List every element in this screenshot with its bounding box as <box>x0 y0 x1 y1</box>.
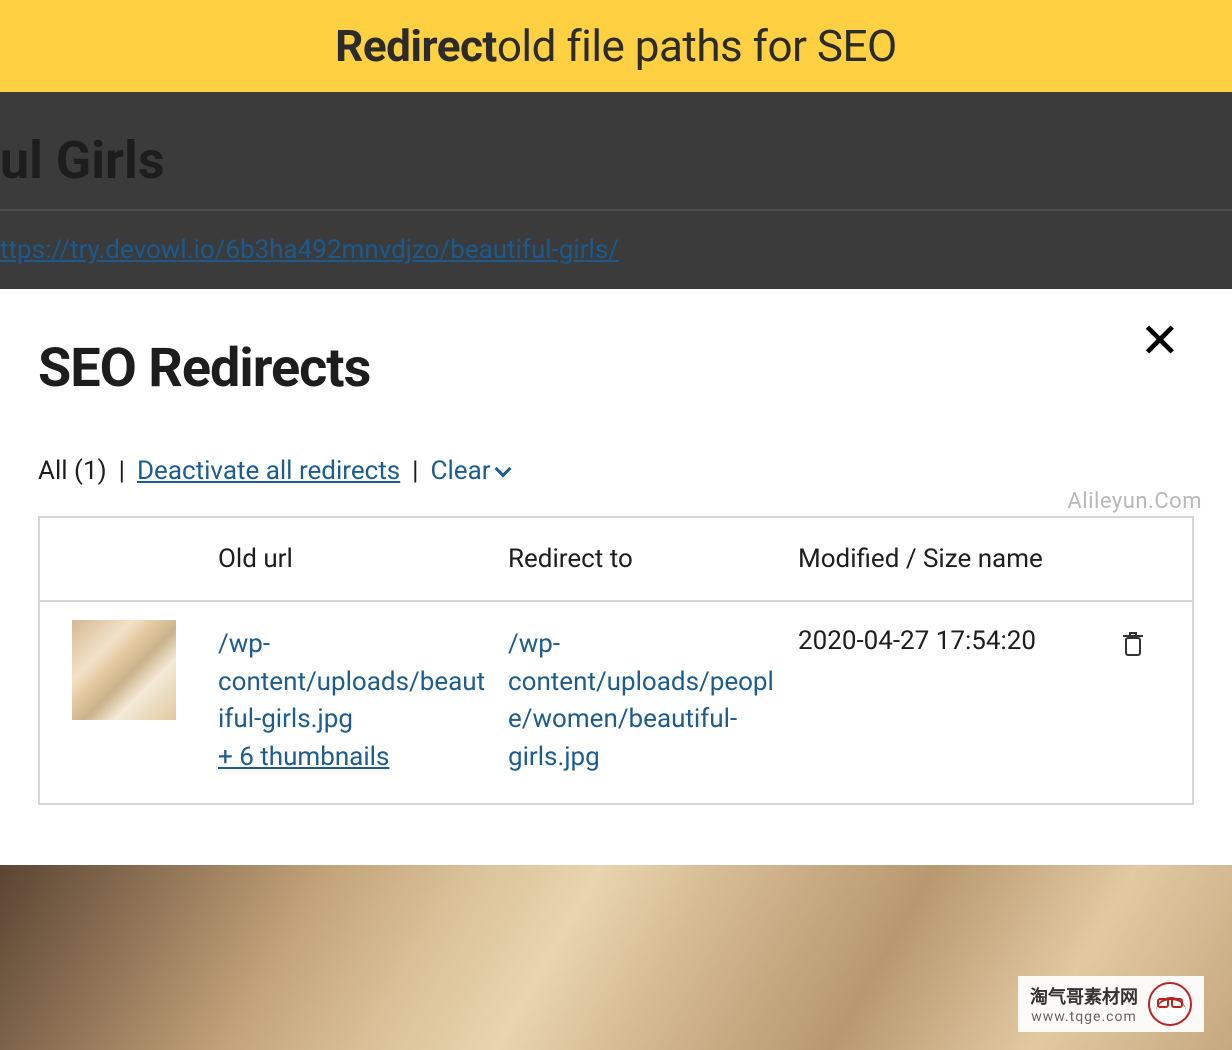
thumbnail-cell <box>40 602 208 803</box>
watermark-cn: 淘气哥素材网 <box>1030 983 1138 1009</box>
modified-cell: 2020-04-27 17:54:20 <box>788 602 1098 803</box>
header-actions <box>1098 518 1168 600</box>
seo-redirects-modal: ✕ SEO Redirects All (1) | Deactivate all… <box>0 289 1232 865</box>
redirect-to-cell: /wp-content/uploads/people/women/beautif… <box>498 602 788 803</box>
banner-rest: old file paths for SEO <box>497 20 897 72</box>
permalink[interactable]: ttps://try.devowl.io/6b3ha492mnvdjzo/bea… <box>0 211 1232 289</box>
watermark-url: www.tqge.com <box>1030 1009 1138 1025</box>
watermark-face-icon <box>1148 982 1192 1026</box>
divider: | <box>412 456 418 486</box>
trash-icon[interactable] <box>1121 630 1145 665</box>
banner: Redirect old file paths for SEO <box>0 0 1232 92</box>
header-thumb <box>40 518 208 600</box>
redirect-to-link[interactable]: /wp-content/uploads/people/women/beautif… <box>508 626 778 777</box>
dimmed-background: ul Girls ttps://try.devowl.io/6b3ha492mn… <box>0 92 1232 289</box>
controls-row: All (1) | Deactivate all redirects | Cle… <box>38 456 1194 486</box>
deactivate-all-link[interactable]: Deactivate all redirects <box>137 456 400 486</box>
old-url-text: /wp-content/uploads/beautiful-girls.jpg <box>218 629 485 734</box>
table-row: /wp-content/uploads/beautiful-girls.jpg … <box>40 602 1192 803</box>
header-modified: Modified / Size name <box>788 518 1098 600</box>
thumbnails-count-link[interactable]: + 6 thumbnails <box>218 739 389 777</box>
old-url-link[interactable]: /wp-content/uploads/beautiful-girls.jpg … <box>218 626 488 777</box>
clear-label: Clear <box>431 456 491 486</box>
page-title: ul Girls <box>0 120 1232 211</box>
watermark-box: 淘气哥素材网 www.tqge.com <box>1018 976 1204 1032</box>
clear-dropdown[interactable]: Clear <box>431 456 509 486</box>
chevron-down-icon <box>494 461 511 478</box>
divider: | <box>119 456 125 486</box>
modal-title: SEO Redirects <box>38 337 1194 400</box>
table-header: Old url Redirect to Modified / Size name <box>40 518 1192 602</box>
header-redirect-to: Redirect to <box>498 518 788 600</box>
close-icon[interactable]: ✕ <box>1140 317 1180 365</box>
actions-cell <box>1098 602 1168 803</box>
all-count-label: All (1) <box>38 456 107 486</box>
old-url-cell: /wp-content/uploads/beautiful-girls.jpg … <box>208 602 498 803</box>
hero-image: 淘气哥素材网 www.tqge.com <box>0 865 1232 1050</box>
banner-bold: Redirect <box>335 20 497 72</box>
redirects-table: Old url Redirect to Modified / Size name… <box>38 516 1194 805</box>
header-old-url: Old url <box>208 518 498 600</box>
watermark-side: Alileyun.Com <box>1067 489 1202 514</box>
thumbnail-image[interactable] <box>72 620 176 720</box>
watermark-text: 淘气哥素材网 www.tqge.com <box>1030 983 1138 1025</box>
